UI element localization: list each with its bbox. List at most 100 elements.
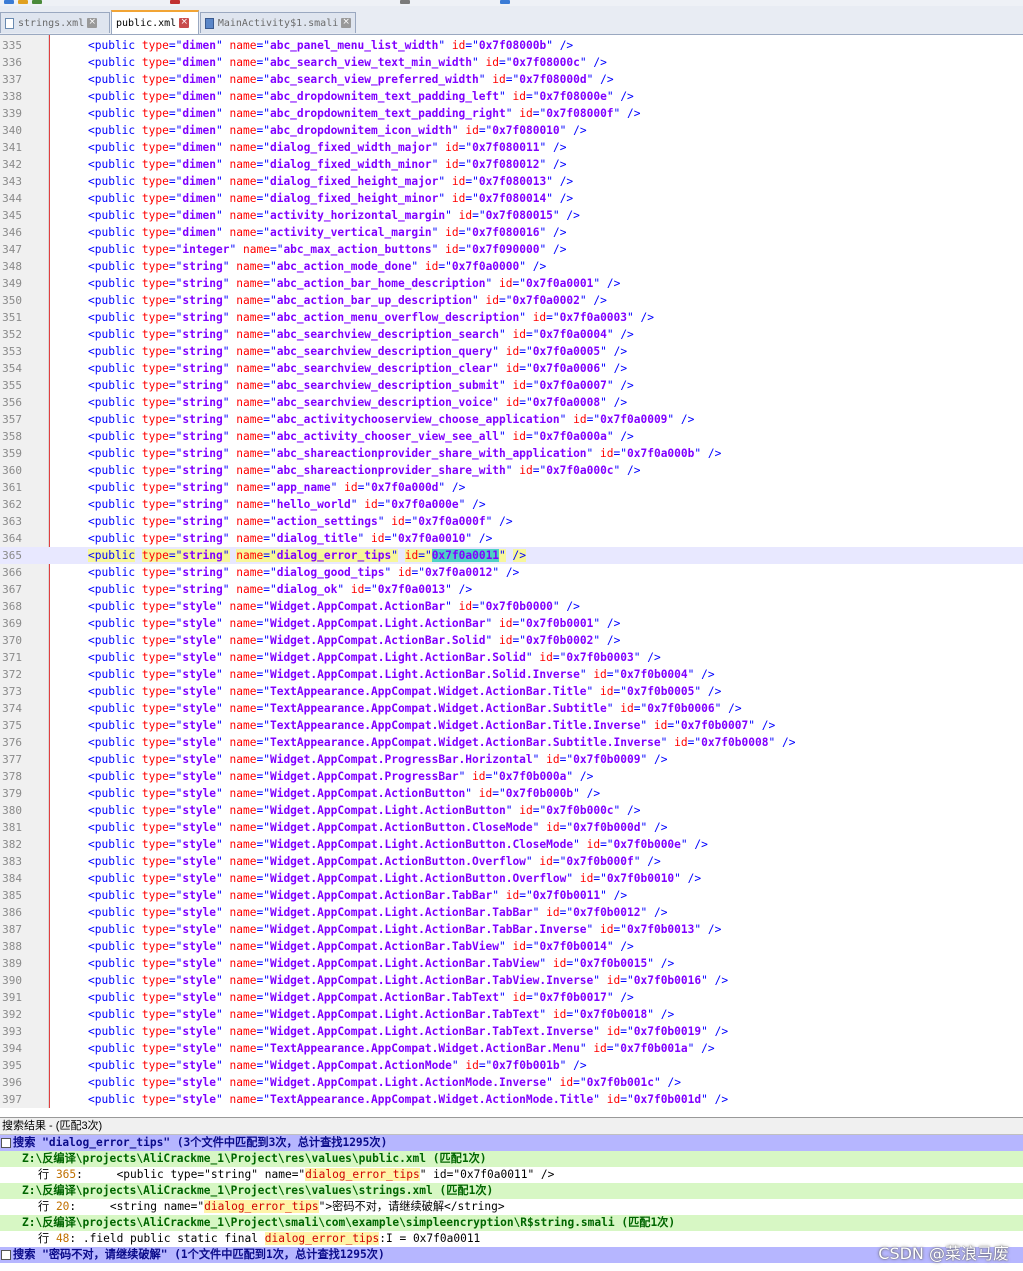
code-line[interactable]: 351 <public type="string" name="abc_actio… (0, 309, 1023, 326)
code-line[interactable]: 381 <public type="style" name="Widget.App… (0, 819, 1023, 836)
close-icon[interactable]: × (341, 18, 351, 28)
code-line[interactable]: 343 <public type="dimen" name="dialog_fix… (0, 173, 1023, 190)
code-line[interactable]: 349 <public type="string" name="abc_actio… (0, 275, 1023, 292)
code-line[interactable]: 336 <public type="dimen" name="abc_search… (0, 54, 1023, 71)
code-line[interactable]: 350 <public type="string" name="abc_actio… (0, 292, 1023, 309)
code-line[interactable]: 337 <public type="dimen" name="abc_search… (0, 71, 1023, 88)
cut-icon[interactable] (170, 0, 180, 4)
code-editor[interactable]: 335 <public type="dimen" name="abc_panel_… (0, 35, 1023, 1108)
save-icon[interactable] (32, 0, 42, 4)
result-file[interactable]: Z:\反编译\projects\AliCrackme_1\Project\sma… (0, 1215, 1023, 1231)
search-result-group[interactable]: 搜索 "dialog_error_tips" (3个文件中匹配到3次，总计查找1… (0, 1135, 1023, 1151)
code-line[interactable]: 375 <public type="style" name="TextAppear… (0, 717, 1023, 734)
code-line[interactable]: 363 <public type="string" name="action_se… (0, 513, 1023, 530)
close-icon[interactable]: × (179, 18, 190, 28)
code-line[interactable]: 391 <public type="style" name="Widget.App… (0, 989, 1023, 1006)
result-file[interactable]: Z:\反编译\projects\AliCrackme_1\Project\res… (0, 1151, 1023, 1167)
code-line[interactable]: 376 <public type="style" name="TextAppear… (0, 734, 1023, 751)
collapse-icon[interactable] (1, 1250, 11, 1260)
code-line[interactable]: 386 <public type="style" name="Widget.App… (0, 904, 1023, 921)
code-line[interactable]: 358 <public type="string" name="abc_activ… (0, 428, 1023, 445)
code-line[interactable]: 377 <public type="style" name="Widget.App… (0, 751, 1023, 768)
punct: =" (168, 804, 183, 817)
attr-value: style (182, 1059, 217, 1072)
code-line[interactable]: 369 <public type="style" name="Widget.App… (0, 615, 1023, 632)
code-line[interactable]: 394 <public type="style" name="TextAppear… (0, 1040, 1023, 1057)
punct: =" (512, 277, 526, 290)
tag-close: /> (606, 277, 621, 290)
code-line[interactable]: 346 <public type="dimen" name="activity_v… (0, 224, 1023, 241)
code-line[interactable]: 341 <public type="dimen" name="dialog_fix… (0, 139, 1023, 156)
code-line[interactable]: 390 <public type="style" name="Widget.App… (0, 972, 1023, 989)
code-line[interactable]: 360 <public type="string" name="abc_share… (0, 462, 1023, 479)
result-hit[interactable]: 行 20: <string name="dialog_error_tips">密… (0, 1199, 1023, 1215)
code-line[interactable]: 389 <public type="style" name="Widget.App… (0, 955, 1023, 972)
code-line[interactable]: 396 <public type="style" name="Widget.App… (0, 1074, 1023, 1091)
code-line[interactable]: 362 <public type="string" name="hello_wor… (0, 496, 1023, 513)
code-line[interactable]: 344 <public type="dimen" name="dialog_fix… (0, 190, 1023, 207)
line-number: 376 (2, 736, 22, 749)
attr-value: Widget.AppCompat.ActionButton.CloseMode (269, 821, 533, 834)
code-line[interactable]: 353 <public type="string" name="abc_searc… (0, 343, 1023, 360)
attr-value: 0x7f0b0001 (525, 617, 594, 630)
code-line[interactable]: 395 <public type="style" name="Widget.App… (0, 1057, 1023, 1074)
open-file-icon[interactable] (18, 0, 28, 4)
punct: " (216, 923, 223, 936)
code-line[interactable]: 382 <public type="style" name="Widget.App… (0, 836, 1023, 853)
tab-mainactivity-smali[interactable]: MainActivity$1.smali × (200, 12, 356, 33)
code-line[interactable]: 385 <public type="style" name="Widget.App… (0, 887, 1023, 904)
code-line[interactable]: 367 <public type="string" name="dialog_ok… (0, 581, 1023, 598)
code-line[interactable]: 338 <public type="dimen" name="abc_dropdo… (0, 88, 1023, 105)
code-line[interactable]: 379 <public type="style" name="Widget.App… (0, 785, 1023, 802)
code-line[interactable]: 397 <public type="style" name="TextAppear… (0, 1091, 1023, 1108)
code-line[interactable]: 393 <public type="style" name="Widget.App… (0, 1023, 1023, 1040)
new-file-icon[interactable] (4, 0, 14, 4)
code-line[interactable]: 388 <public type="style" name="Widget.App… (0, 938, 1023, 955)
result-hit[interactable]: 行 48: .field public static final dialog_… (0, 1231, 1023, 1247)
code-line[interactable]: 348 <public type="string" name="abc_actio… (0, 258, 1023, 275)
code-line[interactable]: 339 <public type="dimen" name="abc_dropdo… (0, 105, 1023, 122)
code-line[interactable]: 374 <public type="style" name="TextAppear… (0, 700, 1023, 717)
code-line[interactable]: 387 <public type="style" name="Widget.App… (0, 921, 1023, 938)
code-line[interactable]: 354 <public type="string" name="abc_searc… (0, 360, 1023, 377)
code-line[interactable]: 365 <public type="string" name="dialog_er… (0, 547, 1023, 564)
code-line[interactable]: 372 <public type="style" name="Widget.App… (0, 666, 1023, 683)
code-line[interactable]: 383 <public type="style" name="Widget.App… (0, 853, 1023, 870)
code-line[interactable]: 340 <public type="dimen" name="abc_dropdo… (0, 122, 1023, 139)
search-result-group[interactable]: 搜索 "密码不对，请继续破解" (1个文件中匹配到1次，总计查找1295次) (0, 1247, 1023, 1263)
tab-public-xml[interactable]: public.xml × (111, 10, 199, 34)
code-line[interactable]: 380 <public type="style" name="Widget.App… (0, 802, 1023, 819)
code-line[interactable]: 378 <public type="style" name="Widget.App… (0, 768, 1023, 785)
code-line[interactable]: 371 <public type="style" name="Widget.App… (0, 649, 1023, 666)
code-line[interactable]: 359 <public type="string" name="abc_share… (0, 445, 1023, 462)
code-line[interactable]: 345 <public type="dimen" name="activity_h… (0, 207, 1023, 224)
code-line[interactable]: 342 <public type="dimen" name="dialog_fix… (0, 156, 1023, 173)
code-line[interactable]: 356 <public type="string" name="abc_searc… (0, 394, 1023, 411)
find-icon[interactable] (500, 0, 510, 4)
code-line[interactable]: 357 <public type="string" name="abc_activ… (0, 411, 1023, 428)
code-line[interactable]: 361 <public type="string" name="app_name"… (0, 479, 1023, 496)
result-file[interactable]: Z:\反编译\projects\AliCrackme_1\Project\res… (0, 1183, 1023, 1199)
collapse-icon[interactable] (1, 1138, 11, 1148)
code-line[interactable]: 335 <public type="dimen" name="abc_panel_… (0, 37, 1023, 54)
attr-name: name (236, 447, 264, 460)
code-line[interactable]: 368 <public type="style" name="Widget.App… (0, 598, 1023, 615)
code-line[interactable]: 392 <public type="style" name="Widget.App… (0, 1006, 1023, 1023)
code-line[interactable]: 364 <public type="string" name="dialog_ti… (0, 530, 1023, 547)
result-hit[interactable]: 行 365: <public type="string" name="dialo… (0, 1167, 1023, 1183)
code-line[interactable]: 373 <public type="style" name="TextAppear… (0, 683, 1023, 700)
code-line[interactable]: 366 <public type="string" name="dialog_go… (0, 564, 1023, 581)
code-line[interactable]: 347 <public type="integer" name="abc_max_… (0, 241, 1023, 258)
code-line[interactable]: 352 <public type="string" name="abc_searc… (0, 326, 1023, 343)
punct: =" (613, 685, 628, 698)
punct: =" (525, 991, 540, 1004)
code-line[interactable]: 384 <public type="style" name="Widget.App… (0, 870, 1023, 887)
punct: =" (263, 260, 277, 273)
undo-icon[interactable] (400, 0, 410, 4)
code-line[interactable]: 355 <public type="string" name="abc_searc… (0, 377, 1023, 394)
code-line[interactable]: 370 <public type="style" name="Widget.App… (0, 632, 1023, 649)
close-icon[interactable]: × (87, 18, 98, 28)
tab-strings-xml[interactable]: strings.xml × (0, 12, 110, 33)
